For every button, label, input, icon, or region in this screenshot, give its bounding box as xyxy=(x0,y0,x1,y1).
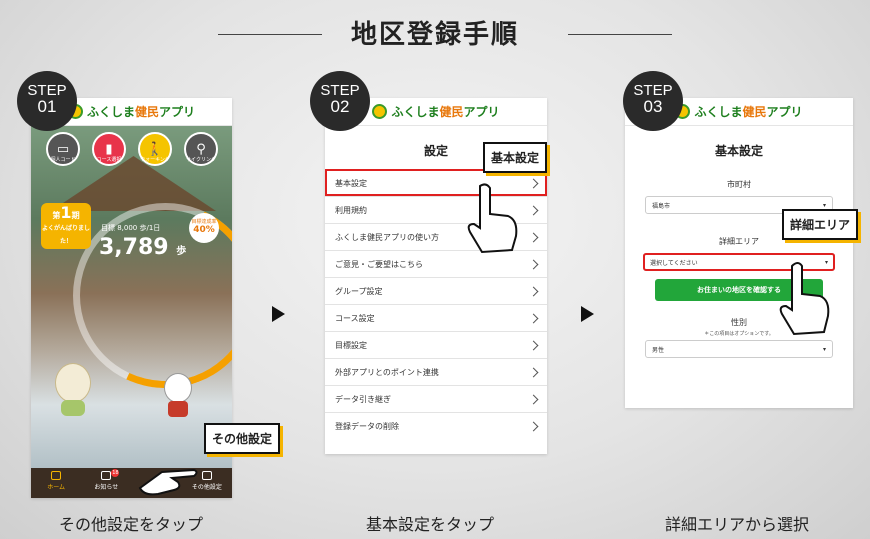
chevron-right-icon xyxy=(528,340,539,350)
tap-hand-icon xyxy=(138,468,198,496)
icon-label: 個人コード xyxy=(50,157,76,163)
callout-detail-area: 詳細エリア xyxy=(782,209,859,240)
chevron-right-icon xyxy=(528,232,539,242)
caption-step-1: その他設定をタップ xyxy=(58,515,203,534)
mascot-left xyxy=(55,363,91,403)
caption-step-3: 詳細エリアから選択 xyxy=(664,515,809,534)
settings-item-goal[interactable]: 目標設定 xyxy=(325,331,547,358)
gender-select[interactable]: 男性 ▾ xyxy=(645,340,833,358)
chevron-right-icon xyxy=(528,286,539,296)
chevron-right-icon xyxy=(528,394,539,404)
tap-hand-icon xyxy=(467,183,518,254)
phone-screen-home: ふくしま健民アプリ ▭ 個人コード ▮ コース選択 🚶 ウォーキング ⚲ サイク… xyxy=(31,98,232,498)
caption-step-2: 基本設定をタップ xyxy=(365,515,494,534)
goal-text: 目標 8,000 歩/1日 xyxy=(101,224,161,232)
step-badge-2: STEP 02 xyxy=(310,71,370,131)
settings-item-group[interactable]: グループ設定 xyxy=(325,277,547,304)
basic-settings-title: 基本設定 xyxy=(714,144,763,158)
icon-label: ウォーキング xyxy=(140,157,170,163)
chevron-right-icon xyxy=(528,205,539,215)
mascot-left-body xyxy=(61,400,85,416)
city-label: 市町村 xyxy=(727,180,751,189)
icon-label: サイクリング xyxy=(186,157,216,163)
app-logo-text: ふくしま健民アプリ xyxy=(694,105,803,119)
notice-badge: 18 xyxy=(111,469,120,477)
chevron-right-icon xyxy=(528,259,539,269)
phone-screen-basic-settings: ふくしま健民アプリ 基本設定 市町村 福島市 ▾ 詳細エリア 選択してください ▾ … xyxy=(625,98,853,408)
chevron-right-icon xyxy=(528,367,539,377)
chevron-right-icon xyxy=(528,421,539,431)
triangle-right-icon xyxy=(581,306,594,322)
settings-item-delete[interactable]: 登録データの削除 xyxy=(325,412,547,439)
tab-notice[interactable]: 18 お知らせ xyxy=(81,468,131,498)
settings-item-course[interactable]: コース設定 xyxy=(325,304,547,331)
step-badge-1: STEP 01 xyxy=(17,71,77,131)
chevron-right-icon xyxy=(528,178,539,188)
app-logo-text: ふくしま健民アプリ xyxy=(86,105,196,119)
mascot-rabbit xyxy=(164,373,192,403)
tab-home[interactable]: ホーム xyxy=(31,468,81,498)
achievement-rate: 目標達成率 40% xyxy=(189,213,219,243)
callout-other-settings: その他設定 xyxy=(204,423,281,454)
tap-hand-icon xyxy=(779,262,830,336)
page-title: 地区登録手順 xyxy=(350,20,519,50)
step-count: 3,789 歩 xyxy=(99,235,187,260)
callout-basic-settings: 基本設定 xyxy=(483,142,548,173)
app-logo-icon xyxy=(372,104,388,119)
settings-item-points[interactable]: 外部アプリとのポイント連携 xyxy=(325,358,547,385)
step-badge-3: STEP 03 xyxy=(623,71,683,131)
triangle-right-icon xyxy=(272,306,285,322)
chevron-right-icon xyxy=(528,313,539,323)
title-rule-right xyxy=(568,34,672,35)
icon-label: コース選択 xyxy=(96,157,122,163)
page-header: 地区登録手順 xyxy=(0,14,870,54)
app-logo-text: ふくしま健民アプリ xyxy=(391,105,500,119)
mascot-rabbit-body xyxy=(168,401,188,417)
settings-item-transfer[interactable]: データ引き継ぎ xyxy=(325,385,547,412)
rank-badge: 第1期 よくがんばりました！ xyxy=(41,203,91,249)
